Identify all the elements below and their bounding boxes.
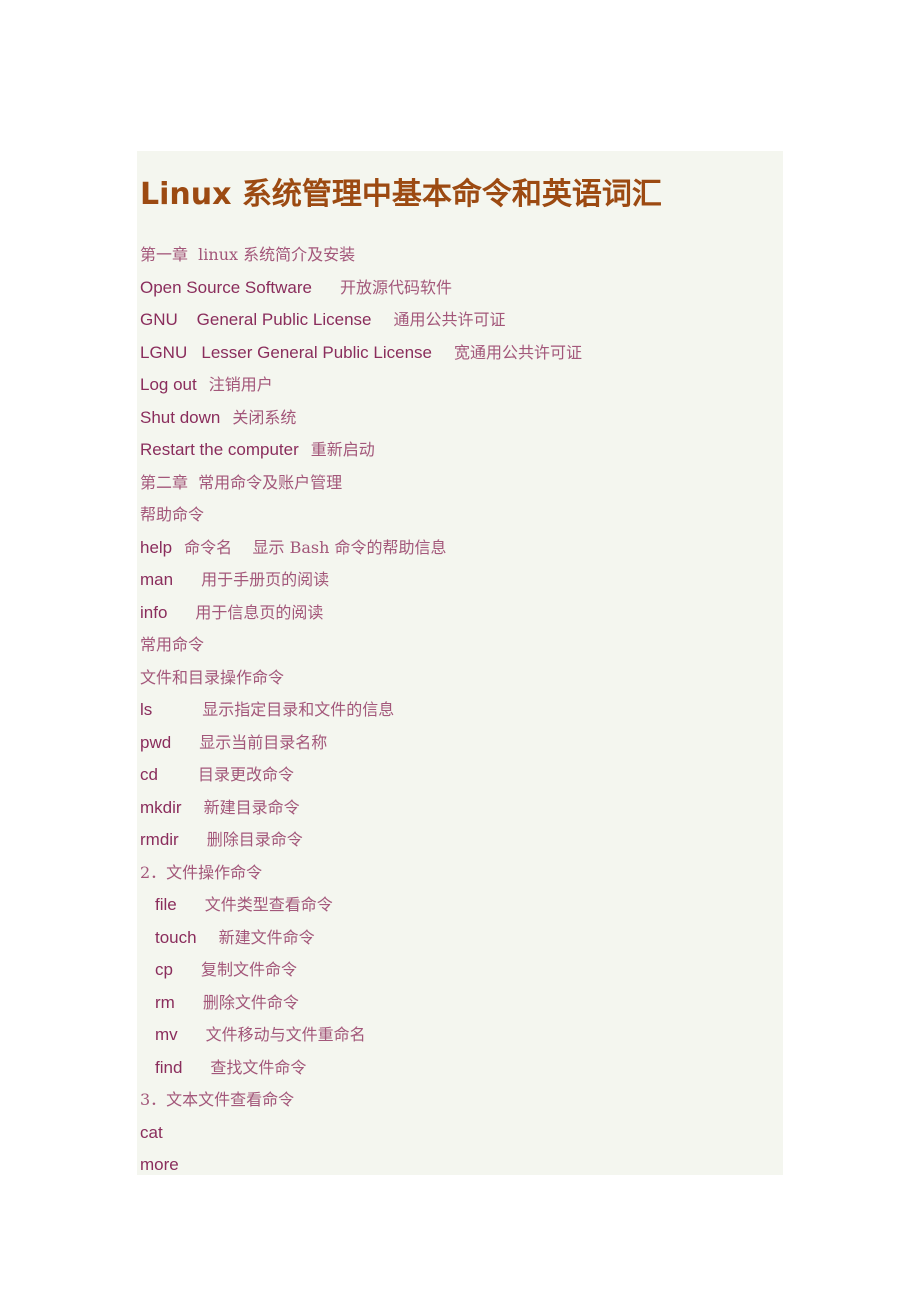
entry-gloss: 文件类型查看命令 [204,895,333,914]
section-heading: 2．文件操作命令 [140,861,582,894]
heading-text: 3．文本文件查看命令 [140,1090,295,1109]
entry-gloss: 显示当前目录名称 [199,732,328,752]
vocab-entry: find 查找文件命令 [140,1056,582,1089]
entry-term: Log out [140,375,197,394]
entry-term: info [140,602,168,622]
entry-term: GNU General Public License [140,310,372,329]
vocab-entry: man 用于手册页的阅读 [140,568,582,601]
entry-term: rm [155,992,175,1012]
entry-term: help [140,537,173,557]
entry-term: mv [155,1025,178,1044]
vocab-entry: more [140,1153,582,1186]
vocab-entry: Restart the computer 重新启动 [140,438,582,471]
entry-term: pwd [140,732,172,752]
heading-text: 第一章 linux 系统简介及安装 [140,245,356,264]
section-heading: 文件和目录操作命令 [140,666,582,699]
document-title: Linux 系统管理中基本命令和英语词汇 [140,177,662,212]
vocab-entry: cat [140,1121,582,1154]
vocab-entry: cd 目录更改命令 [140,763,582,796]
entry-gloss: 复制文件命令 [200,960,297,979]
entry-term: ls [140,700,153,719]
entry-gloss: 新建目录命令 [203,797,300,817]
entry-term: cat [140,1122,163,1142]
vocab-entry: mkdir 新建目录命令 [140,796,582,829]
entry-gloss: 开放源代码软件 [339,277,452,297]
vocab-entry: touch 新建文件命令 [140,926,582,959]
entry-term: rmdir [140,830,179,849]
vocab-entry: help 命令名 显示 Bash 命令的帮助信息 [140,536,582,569]
entry-term: find [155,1057,183,1077]
vocab-entry: LGNU Lesser General Public License 宽通用公共许… [140,341,582,374]
heading-text: 2．文件操作命令 [140,862,263,882]
chapter-heading: 第二章 常用命令及账户管理 [140,471,582,504]
entry-term: mkdir [140,797,182,817]
entry-term: Shut down [140,407,221,427]
heading-text: 帮助命令 [140,505,205,524]
entry-gloss: 关闭系统 [232,407,297,427]
vocab-entry: GNU General Public License 通用公共许可证 [140,308,582,341]
entry-term: LGNU Lesser General Public License [140,342,432,362]
entry-term: cp [155,960,173,979]
heading-text: 常用命令 [140,635,205,654]
section-heading: 帮助命令 [140,503,582,536]
entry-term: man [140,570,174,589]
entry-gloss: 命令名 显示 Bash 命令的帮助信息 [184,537,447,557]
section-heading: 常用命令 [140,633,582,666]
vocab-entry: ls 显示指定目录和文件的信息 [140,698,582,731]
heading-text: 第二章 常用命令及账户管理 [140,472,343,492]
entry-term: touch [155,927,197,947]
vocab-entry: Shut down 关闭系统 [140,406,582,439]
vocab-entry: Log out 注销用户 [140,373,582,406]
vocab-entry: info 用于信息页的阅读 [140,601,582,634]
vocab-entry: rmdir 删除目录命令 [140,828,582,861]
entry-gloss: 目录更改命令 [197,765,294,784]
vocab-entry: rm 删除文件命令 [140,991,582,1024]
entry-gloss: 新建文件命令 [218,927,315,947]
entry-gloss: 删除文件命令 [202,992,299,1012]
vocab-entry: Open Source Software 开放源代码软件 [140,276,582,309]
entry-gloss: 删除目录命令 [206,830,303,849]
entry-gloss: 宽通用公共许可证 [453,342,582,362]
vocab-entry: cp 复制文件命令 [140,958,582,991]
section-heading: 3．文本文件查看命令 [140,1088,582,1121]
entry-gloss: 注销用户 [208,375,273,394]
vocab-entry: mv 文件移动与文件重命名 [140,1023,582,1056]
chapter-heading: 第一章 linux 系统简介及安装 [140,243,582,276]
entry-term: Open Source Software [140,277,312,297]
entry-term: more [140,1155,179,1174]
vocab-entry: pwd 显示当前目录名称 [140,731,582,764]
document-content: Linux 系统管理中基本命令和英语词汇 第一章 linux 系统简介及安装 O… [137,151,783,1175]
vocabulary-list: 第一章 linux 系统简介及安装 Open Source Software 开放… [140,243,582,1186]
entry-gloss: 用于手册页的阅读 [201,570,330,589]
entry-gloss: 用于信息页的阅读 [195,602,324,622]
entry-gloss: 文件移动与文件重命名 [205,1025,366,1044]
entry-term: cd [140,765,158,784]
entry-gloss: 重新启动 [310,440,375,459]
entry-term: file [155,895,177,914]
entry-gloss: 显示指定目录和文件的信息 [202,700,395,719]
heading-text: 文件和目录操作命令 [140,667,285,687]
entry-gloss: 查找文件命令 [210,1057,307,1077]
entry-term: Restart the computer [140,440,299,459]
vocab-entry: file 文件类型查看命令 [140,893,582,926]
entry-gloss: 通用公共许可证 [393,310,506,329]
